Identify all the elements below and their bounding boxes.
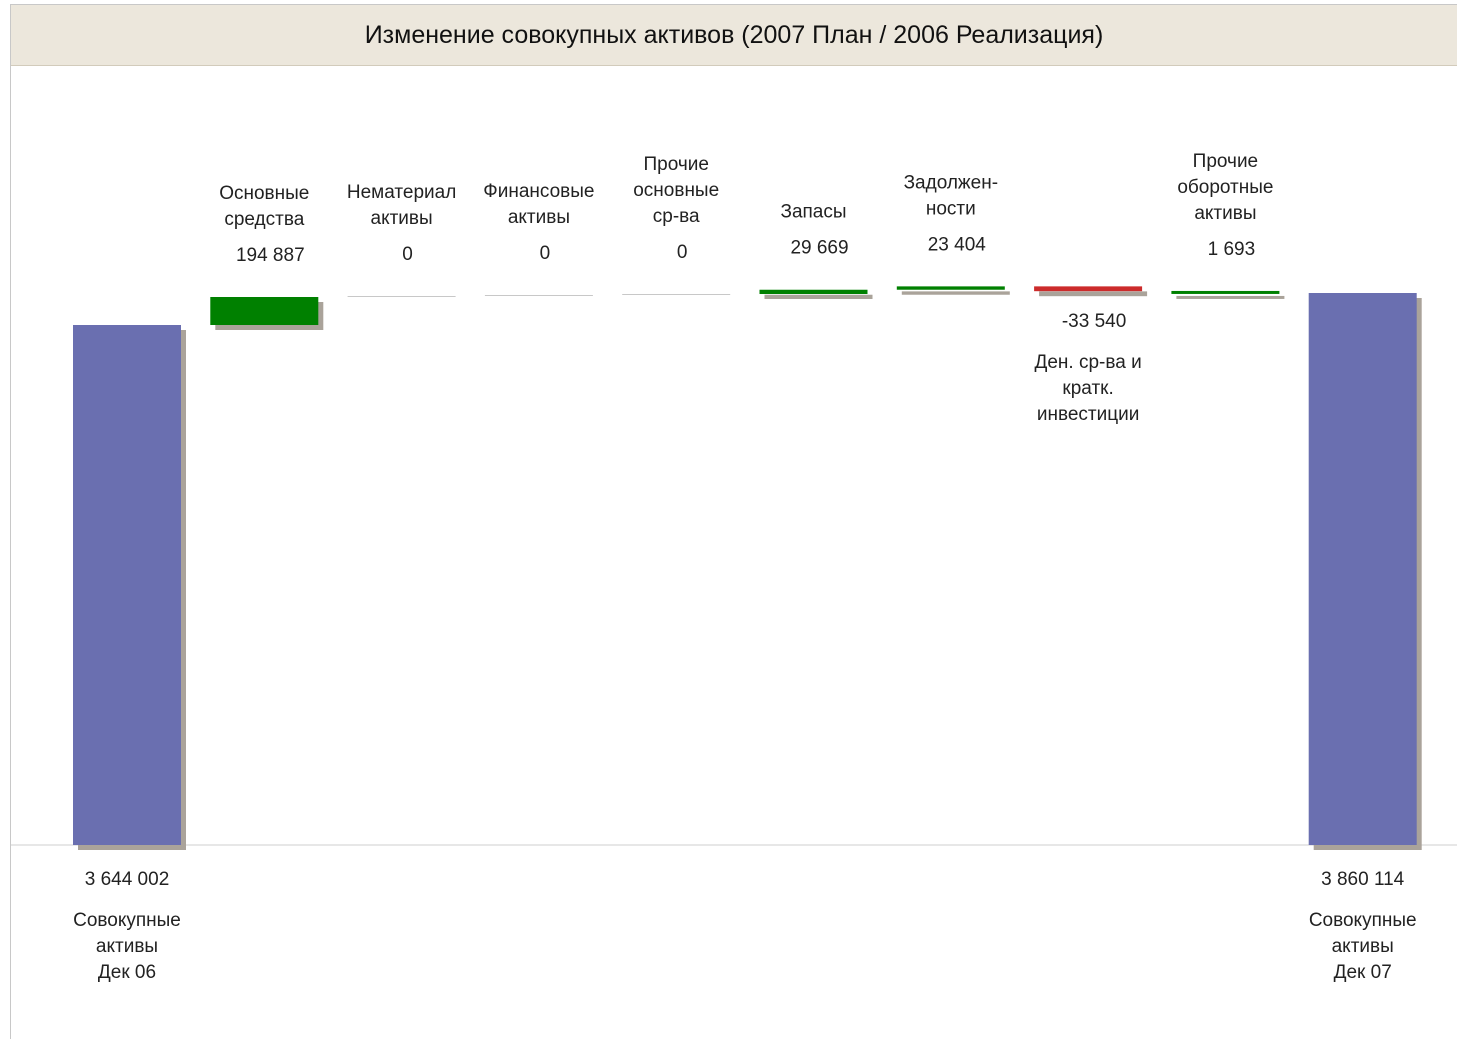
category-label: Нематериал — [347, 182, 456, 203]
category-label: Финансовые — [483, 181, 594, 202]
category-label: Совокупные — [1309, 910, 1417, 931]
data-label-value: 3 860 114 — [1321, 869, 1405, 890]
category-label: Совокупные — [73, 910, 181, 931]
data-label-value: 3 644 002 — [85, 869, 170, 890]
bar-increase — [1171, 290, 1280, 294]
bar-increase — [210, 297, 319, 325]
category-label: кратк. — [1062, 378, 1113, 399]
data-label-value: 0 — [402, 244, 413, 265]
category-label: инвестиции — [1037, 404, 1139, 425]
bar-total — [73, 325, 181, 845]
bar-increase — [759, 289, 868, 294]
bar-shadow — [1039, 291, 1148, 297]
category-label: активы — [371, 208, 433, 229]
waterfall-chart: 3 644 002 Совокупные активы Дек 06 194 887 Ос… — [11, 151, 1457, 983]
bar-zero — [484, 295, 593, 296]
category-label: активы — [1194, 203, 1256, 224]
bar-zero — [622, 294, 731, 295]
category-label: активы — [508, 207, 570, 228]
category-label: Дек 07 — [1334, 962, 1392, 983]
bar-shadow — [1176, 295, 1285, 299]
category-label: Запасы — [780, 202, 846, 223]
data-label-value: -33 540 — [1062, 311, 1126, 332]
bar-increase — [896, 286, 1005, 290]
category-label: ности — [926, 198, 976, 219]
category-label: Основные — [219, 183, 309, 204]
bar-zero — [347, 296, 456, 297]
category-label: основные — [633, 180, 719, 201]
data-label-value: 23 404 — [928, 234, 987, 255]
data-label-value: 194 887 — [236, 245, 305, 266]
category-label: оборотные — [1177, 177, 1273, 198]
category-label: Задолжен- — [904, 172, 998, 193]
bar-decrease — [1034, 286, 1143, 292]
category-label: активы — [96, 936, 158, 957]
category-label: активы — [1332, 936, 1394, 957]
bar-total — [1308, 293, 1417, 845]
data-label-value: 0 — [540, 243, 551, 264]
category-label: Прочие — [1193, 151, 1258, 172]
category-label: Ден. ср-ва и — [1034, 352, 1141, 373]
data-label-value: 0 — [677, 242, 688, 263]
category-label: ср-ва — [653, 206, 700, 227]
category-label: Дек 06 — [98, 962, 156, 983]
bar-shadow — [764, 294, 873, 299]
data-label-value: 1 693 — [1208, 239, 1256, 260]
category-label: Прочие — [643, 154, 708, 175]
category-label: средства — [224, 209, 304, 230]
data-label-value: 29 669 — [790, 238, 848, 259]
bar-shadow — [901, 291, 1010, 295]
